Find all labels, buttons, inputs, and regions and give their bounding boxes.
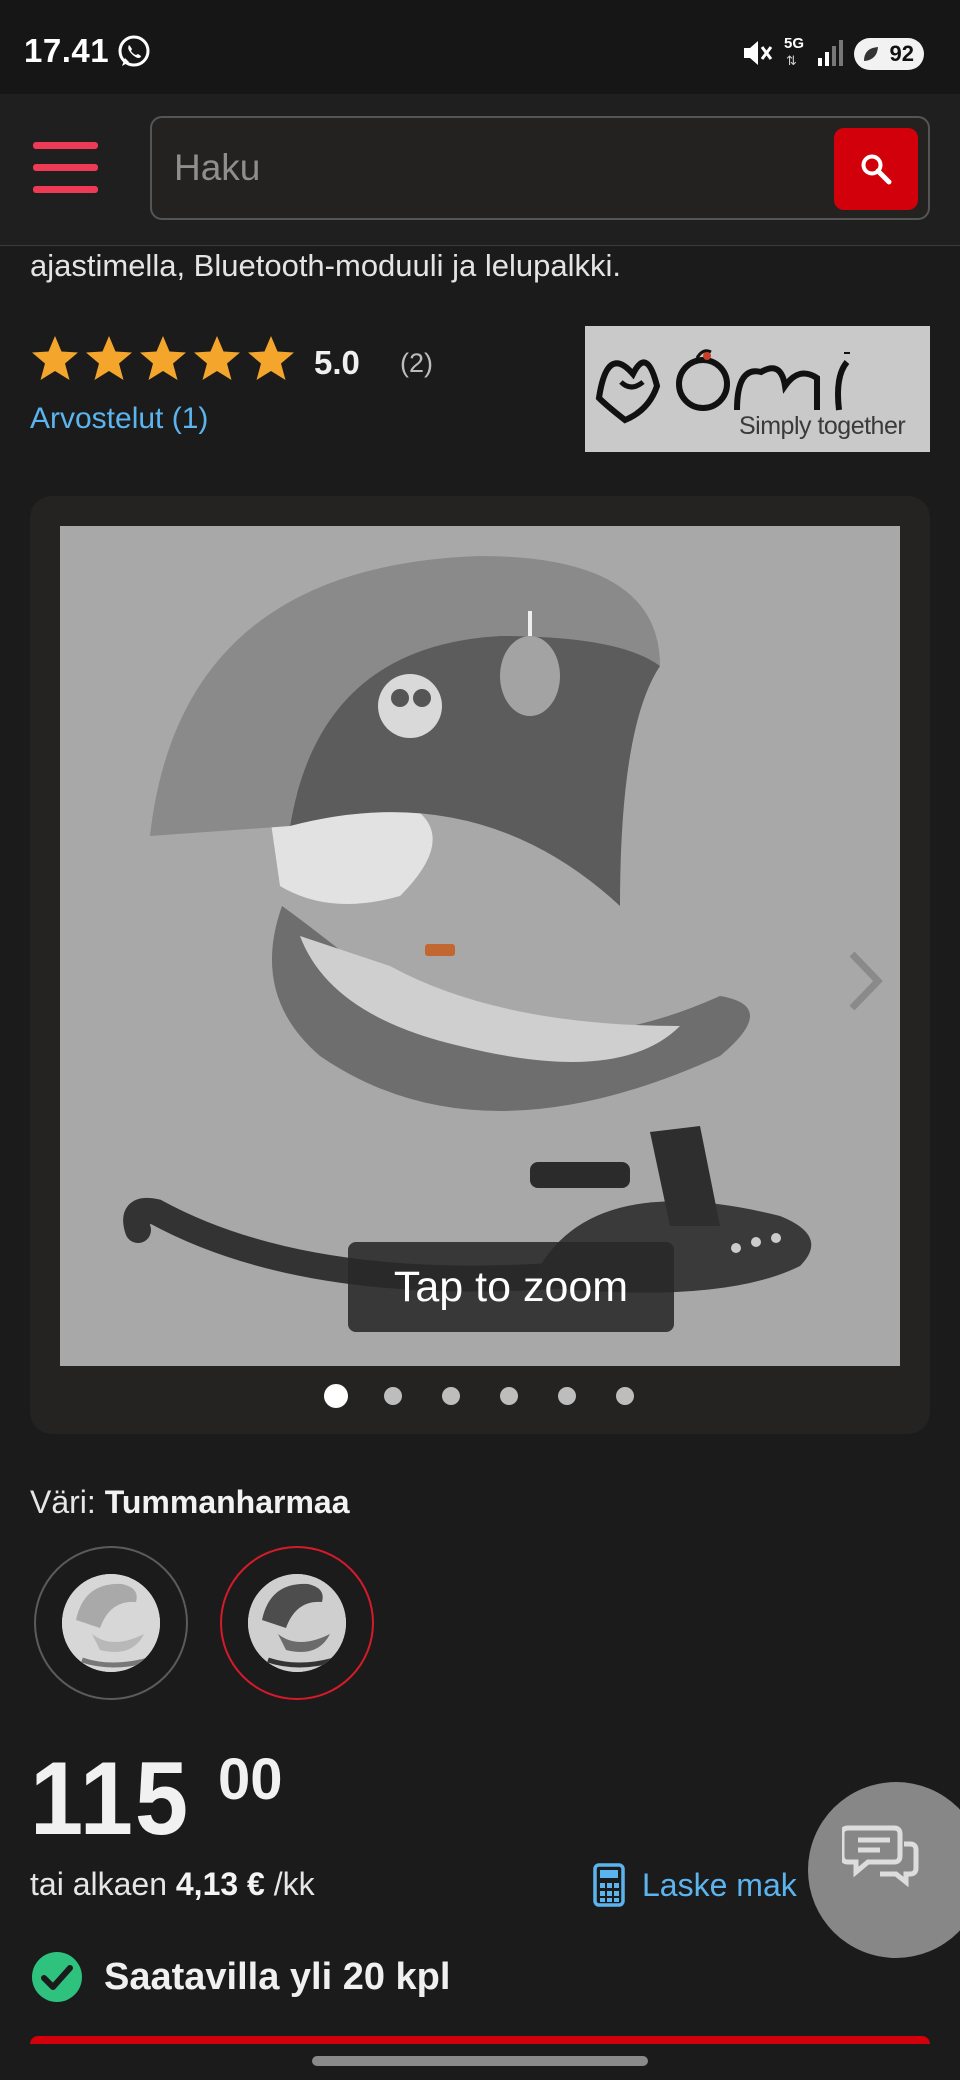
hamburger-line — [33, 186, 98, 193]
brand-tagline: Simply together — [739, 412, 906, 440]
mute-icon — [744, 41, 773, 65]
selected-color-name: Tummanharmaa — [104, 1484, 350, 1520]
tap-to-zoom-label[interactable]: Tap to zoom — [348, 1242, 674, 1332]
product-image[interactable]: Tap to zoom — [60, 526, 900, 1366]
rating-stars — [30, 334, 296, 386]
stock-text: Saatavilla yli 20 kpl — [104, 1955, 451, 1998]
site-header — [0, 94, 960, 246]
gallery-dot[interactable] — [558, 1387, 576, 1405]
swing-thumbnail-dark — [248, 1574, 346, 1672]
price-integer: 115 — [30, 1741, 190, 1857]
color-swatch-dark-grey[interactable] — [220, 1546, 374, 1700]
swatch-thumbnail — [248, 1574, 346, 1672]
rating-count: (2) — [400, 348, 433, 378]
calculator-link-label: Laske mak — [642, 1866, 797, 1903]
signal-icon — [818, 40, 843, 66]
search-input[interactable] — [174, 136, 774, 200]
add-to-cart-button[interactable] — [30, 2036, 930, 2044]
search-box — [150, 116, 930, 220]
price-decimals: 00 — [218, 1747, 283, 1812]
battery-saver-icon — [864, 47, 878, 61]
search-button[interactable] — [834, 128, 918, 210]
status-bar: 17.41 5G ⇅ 92 — [0, 0, 960, 94]
calculator-icon — [593, 1863, 625, 1907]
finance-suffix: /kk — [273, 1866, 315, 1902]
swatch-thumbnail — [62, 1574, 160, 1672]
hamburger-menu-button[interactable] — [30, 142, 100, 194]
check-circle-icon — [32, 1952, 82, 2002]
gallery-dot[interactable] — [616, 1387, 634, 1405]
gallery-pagination — [324, 1384, 674, 1408]
product-description: ajastimella, Bluetooth-moduuli ja lelupa… — [30, 248, 622, 283]
star-icon — [248, 336, 294, 380]
hamburger-menu-icon — [33, 142, 98, 149]
network-type: 5G — [784, 35, 805, 52]
whatsapp-icon — [118, 35, 150, 67]
color-label: Väri: Tummanharmaa — [30, 1484, 350, 1521]
battery-indicator: 92 — [854, 38, 924, 70]
payment-calculator-link[interactable]: Laske mak — [592, 1862, 797, 1908]
gallery-dot[interactable] — [384, 1387, 402, 1405]
finance-amount: 4,13 € — [175, 1866, 265, 1902]
stock-status: Saatavilla yli 20 kpl — [30, 1950, 450, 2004]
swing-thumbnail-light — [62, 1574, 160, 1672]
color-label-prefix: Väri: — [30, 1484, 96, 1520]
gallery-dot[interactable] — [500, 1387, 518, 1405]
search-icon — [861, 154, 892, 185]
chat-icon — [842, 1825, 919, 1888]
status-time: 17.41 — [24, 32, 110, 69]
star-icon — [86, 336, 132, 380]
gallery-dot[interactable] — [442, 1387, 460, 1405]
product-price: 115 00 — [30, 1740, 283, 1859]
hamburger-line — [33, 164, 98, 171]
baby-swing-illustration — [123, 556, 812, 1293]
home-indicator[interactable] — [312, 2056, 648, 2066]
color-swatch-light-grey[interactable] — [34, 1546, 188, 1700]
finance-info: tai alkaen 4,13 € /kk — [30, 1866, 315, 1903]
reviews-link[interactable]: Arvostelut (1) — [30, 402, 208, 436]
brand-logo[interactable]: Simply together — [585, 326, 930, 452]
star-icon — [140, 336, 186, 380]
rating-value: 5.0 — [314, 344, 360, 381]
chevron-right-icon[interactable] — [840, 946, 890, 1016]
battery-level: 92 — [889, 41, 914, 66]
star-icon — [32, 336, 78, 380]
star-icon — [194, 336, 240, 380]
gallery-dot[interactable] — [324, 1384, 348, 1408]
product-gallery: Tap to zoom — [30, 496, 930, 1434]
chat-button[interactable] — [808, 1782, 960, 1958]
finance-prefix: tai alkaen — [30, 1866, 167, 1902]
network-arrows: ⇅ — [786, 53, 797, 68]
